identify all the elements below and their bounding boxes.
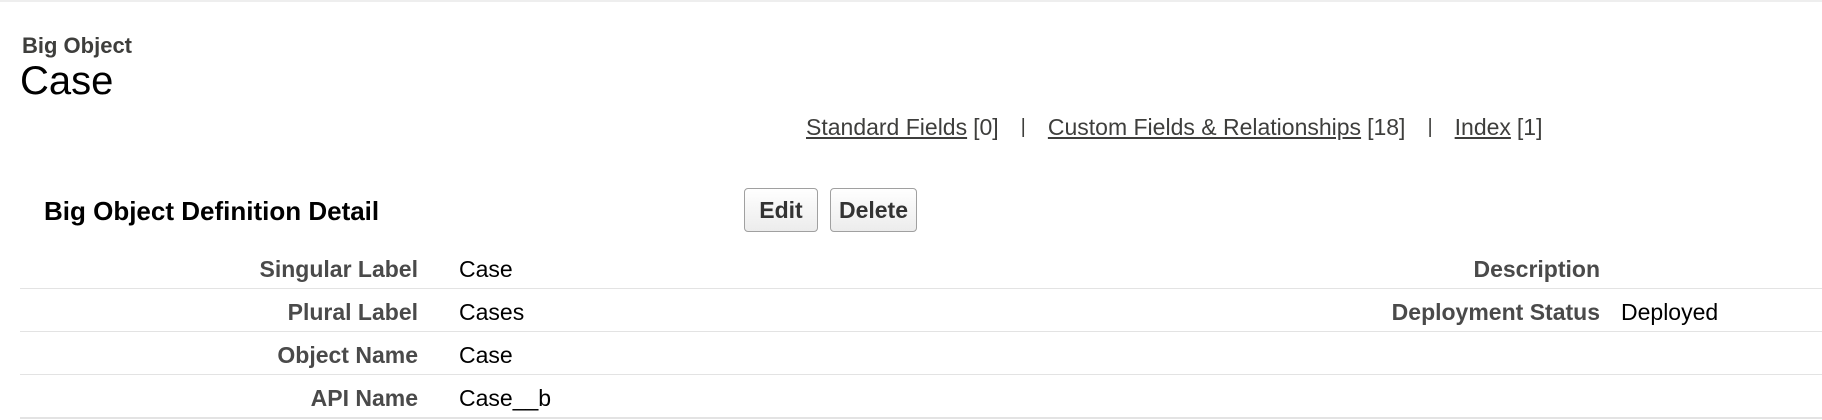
field-label: Object Name [277, 342, 418, 368]
page-pre-title: Big Object [22, 33, 133, 58]
field-value: Deployed [1621, 299, 1719, 325]
standard-fields-link[interactable]: Standard Fields [806, 114, 967, 141]
link-count: [1] [1516, 114, 1543, 140]
page-title: Case [20, 59, 114, 103]
edit-button[interactable]: Edit [744, 188, 818, 232]
link-separator: | [1427, 116, 1433, 138]
link-label: Index [1454, 114, 1511, 140]
detail-row: API Name Case__b [20, 375, 1822, 419]
link-label: Standard Fields [806, 114, 968, 140]
detail-row: Singular Label Case Description [20, 246, 1822, 289]
field-label: Plural Label [287, 299, 418, 325]
custom-fields-link[interactable]: Custom Fields & Relationships [1048, 114, 1361, 141]
field-label: API Name [310, 385, 418, 411]
field-label: Singular Label [259, 256, 418, 282]
top-divider [0, 0, 1822, 2]
field-value: Case [459, 256, 513, 282]
section-title: Big Object Definition Detail [44, 196, 380, 226]
link-count: [18] [1367, 114, 1406, 140]
delete-button[interactable]: Delete [830, 188, 917, 232]
link-count: [0] [973, 114, 999, 140]
detail-row: Object Name Case [20, 332, 1822, 375]
field-value: Cases [459, 299, 525, 325]
field-value: Case__b [459, 385, 552, 411]
index-link[interactable]: Index [1455, 114, 1511, 141]
link-separator: | [1020, 116, 1026, 138]
field-value: Case [459, 342, 513, 368]
field-label: Description [1473, 256, 1600, 282]
detail-row: Plural Label Cases Deployment Status Dep… [20, 289, 1822, 332]
field-label: Deployment Status [1391, 299, 1600, 325]
related-list-links: Standard Fields [0] | Custom Fields & Re… [806, 114, 1542, 141]
link-label: Custom Fields & Relationships [1047, 114, 1362, 140]
detail-table: Singular Label Case Description Plural L… [20, 246, 1822, 419]
